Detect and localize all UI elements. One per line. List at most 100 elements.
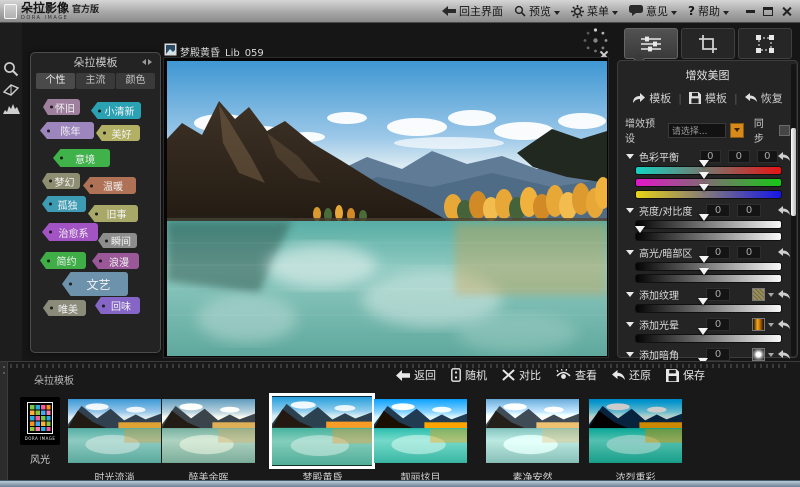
thumbnail-selected[interactable] bbox=[269, 393, 375, 469]
reset-icon[interactable] bbox=[778, 152, 790, 162]
tab-color[interactable]: 颜色 bbox=[116, 73, 155, 89]
tab-personality[interactable]: 个性 bbox=[36, 73, 75, 89]
help-button[interactable]: ? 帮助 bbox=[688, 3, 729, 19]
preset-dropdown-button[interactable] bbox=[730, 123, 744, 138]
value-box[interactable]: 0 bbox=[706, 348, 730, 361]
style-tag[interactable]: 文艺 bbox=[62, 272, 128, 296]
feedback-button[interactable]: 意见 bbox=[629, 3, 677, 19]
chevron-down-icon[interactable] bbox=[768, 323, 774, 330]
dora-logo[interactable]: DORA IMAGE bbox=[20, 397, 60, 445]
save-button[interactable]: 保存 bbox=[666, 367, 705, 383]
app-logo-icon bbox=[4, 4, 17, 19]
style-tag[interactable]: 回味 bbox=[95, 297, 140, 314]
filmstrip-panel: 朵拉模板 返回 随机 对比 查看 还原 保存 bbox=[0, 361, 800, 480]
style-tag[interactable]: 孤独 bbox=[42, 196, 86, 212]
chevron-down-icon[interactable] bbox=[626, 322, 634, 331]
sync-checkbox[interactable] bbox=[779, 125, 790, 136]
value-box[interactable]: 0 bbox=[706, 288, 730, 301]
style-tag[interactable]: 瞬间 bbox=[98, 233, 137, 248]
menu-button[interactable]: 菜单 bbox=[571, 3, 618, 19]
close-button[interactable] bbox=[781, 6, 792, 17]
value-box[interactable]: 0 bbox=[737, 204, 761, 217]
app-name-en: DORA IMAGE bbox=[21, 16, 99, 21]
collapse-arrows-icon[interactable] bbox=[139, 59, 155, 65]
slider-shadows[interactable] bbox=[636, 275, 781, 282]
preset-select[interactable]: 请选择... bbox=[668, 123, 726, 138]
style-tag[interactable]: 温暖 bbox=[83, 177, 136, 194]
left-tool-column bbox=[0, 23, 22, 363]
slider-texture[interactable] bbox=[636, 305, 781, 312]
view-button[interactable]: 查看 bbox=[556, 367, 597, 383]
slider-brightness[interactable] bbox=[636, 221, 781, 228]
chevron-down-icon[interactable] bbox=[626, 352, 634, 361]
slider-contrast[interactable] bbox=[636, 233, 781, 240]
back-button[interactable]: 返回 bbox=[396, 367, 436, 383]
maximize-button[interactable] bbox=[763, 7, 773, 16]
random-button[interactable]: 随机 bbox=[451, 367, 487, 383]
collapse-handle[interactable] bbox=[0, 362, 8, 481]
chevron-down-icon[interactable] bbox=[626, 250, 634, 259]
style-tag[interactable]: 意境 bbox=[53, 149, 110, 167]
value-box[interactable]: 0 bbox=[728, 150, 749, 163]
histogram-icon[interactable] bbox=[3, 103, 20, 114]
chevron-down-icon[interactable] bbox=[626, 208, 634, 217]
value-box[interactable]: 0 bbox=[737, 246, 761, 259]
reset-icon[interactable] bbox=[778, 320, 790, 330]
thumbnail[interactable] bbox=[374, 399, 467, 463]
flare-swatch[interactable] bbox=[752, 318, 765, 331]
filmstrip-title: 朵拉模板 bbox=[34, 372, 74, 387]
style-tag[interactable]: 唯美 bbox=[43, 300, 86, 316]
chevron-down-icon[interactable] bbox=[626, 292, 634, 301]
reset-icon[interactable] bbox=[778, 248, 790, 258]
photo-canvas[interactable] bbox=[163, 57, 609, 358]
value-box[interactable]: 0 bbox=[706, 204, 730, 217]
style-tag[interactable]: 浪漫 bbox=[92, 253, 139, 269]
processing-spinner-icon bbox=[582, 27, 609, 54]
style-tag[interactable]: 小清新 bbox=[91, 102, 141, 119]
save-template-button[interactable]: 模板 bbox=[689, 90, 727, 106]
load-template-button[interactable]: 模板 bbox=[632, 90, 671, 106]
tab-crop[interactable] bbox=[681, 28, 735, 59]
value-box[interactable]: 0 bbox=[706, 318, 730, 331]
chevron-down-icon[interactable] bbox=[626, 154, 634, 163]
style-tag[interactable]: 陈年 bbox=[40, 122, 94, 139]
slider-yellow-blue[interactable] bbox=[636, 191, 781, 198]
template-book-icon[interactable] bbox=[3, 83, 19, 96]
reset-icon[interactable] bbox=[778, 350, 790, 360]
slider-flare[interactable] bbox=[636, 335, 781, 342]
effects-scrollbar[interactable] bbox=[791, 64, 796, 356]
restore-button[interactable]: 恢复 bbox=[745, 90, 783, 106]
value-box[interactable]: 0 bbox=[706, 246, 730, 259]
texture-swatch[interactable] bbox=[752, 288, 765, 301]
style-tag[interactable]: 旧事 bbox=[88, 205, 138, 222]
style-tag[interactable]: 治愈系 bbox=[42, 223, 98, 241]
reset-icon[interactable] bbox=[778, 290, 790, 300]
style-tag[interactable]: 怀旧 bbox=[43, 99, 80, 115]
thumbnail[interactable] bbox=[162, 399, 255, 463]
style-tag[interactable]: 美好 bbox=[96, 125, 140, 141]
tab-adjust[interactable] bbox=[624, 28, 678, 59]
thumbnail[interactable] bbox=[589, 399, 682, 463]
home-button[interactable]: 回主界面 bbox=[442, 3, 503, 19]
value-box[interactable]: 0 bbox=[757, 150, 778, 163]
thumbnail[interactable] bbox=[486, 399, 579, 463]
style-tag[interactable]: 梦幻 bbox=[42, 173, 80, 189]
preview-button[interactable]: 预览 bbox=[514, 3, 560, 19]
reset-button[interactable]: 还原 bbox=[612, 367, 651, 383]
thumbnail[interactable] bbox=[68, 399, 161, 463]
search-icon[interactable] bbox=[3, 61, 19, 77]
app-logo: 朵拉影像 官方版 DORA IMAGE bbox=[0, 2, 99, 21]
chevron-down-icon[interactable] bbox=[768, 353, 774, 360]
vignette-swatch[interactable] bbox=[752, 348, 765, 361]
reset-icon[interactable] bbox=[778, 206, 790, 216]
tab-frame[interactable] bbox=[738, 28, 792, 59]
tab-mainstream[interactable]: 主流 bbox=[76, 73, 115, 89]
chevron-down-icon bbox=[734, 128, 740, 135]
image-icon bbox=[164, 43, 177, 56]
scrollbar-thumb[interactable] bbox=[791, 128, 796, 216]
minimize-button[interactable] bbox=[746, 10, 755, 13]
compare-button[interactable]: 对比 bbox=[502, 367, 541, 383]
template-panel-title: 朵拉模板 bbox=[74, 54, 118, 70]
style-tag[interactable]: 简约 bbox=[40, 252, 86, 269]
chevron-down-icon[interactable] bbox=[768, 293, 774, 300]
